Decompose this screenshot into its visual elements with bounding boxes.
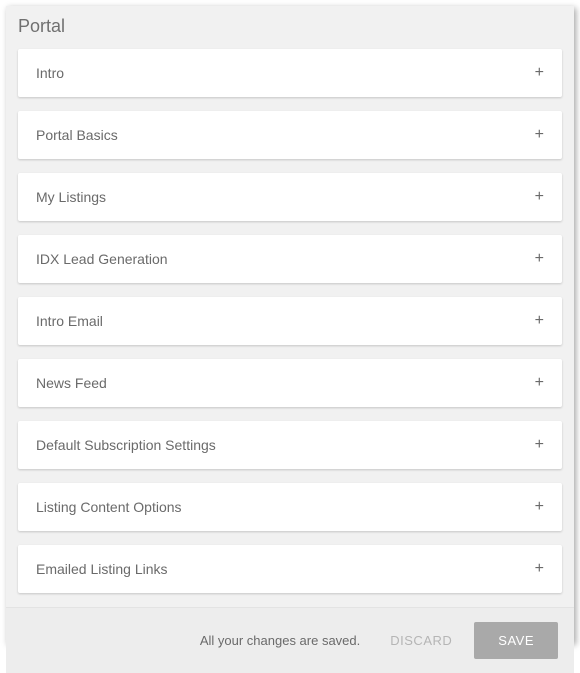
section-idx-lead-generation[interactable]: IDX Lead Generation + [18, 235, 562, 283]
section-news-feed[interactable]: News Feed + [18, 359, 562, 407]
plus-icon: + [535, 251, 544, 267]
panel-footer: All your changes are saved. Discard Save [6, 607, 574, 673]
section-label: IDX Lead Generation [36, 251, 168, 267]
settings-panel: Portal Intro + Portal Basics + My Listin… [6, 6, 574, 643]
section-emailed-listing-links[interactable]: Emailed Listing Links + [18, 545, 562, 593]
section-label: Intro Email [36, 313, 103, 329]
section-label: News Feed [36, 375, 107, 391]
section-label: Default Subscription Settings [36, 437, 216, 453]
discard-button[interactable]: Discard [386, 627, 456, 654]
section-portal-basics[interactable]: Portal Basics + [18, 111, 562, 159]
plus-icon: + [535, 437, 544, 453]
plus-icon: + [535, 561, 544, 577]
section-intro[interactable]: Intro + [18, 49, 562, 97]
section-intro-email[interactable]: Intro Email + [18, 297, 562, 345]
plus-icon: + [535, 313, 544, 329]
plus-icon: + [535, 65, 544, 81]
plus-icon: + [535, 375, 544, 391]
save-status-text: All your changes are saved. [200, 633, 360, 648]
plus-icon: + [535, 189, 544, 205]
section-label: Emailed Listing Links [36, 561, 168, 577]
plus-icon: + [535, 499, 544, 515]
save-button[interactable]: Save [474, 622, 558, 659]
section-label: My Listings [36, 189, 106, 205]
section-listing-content-options[interactable]: Listing Content Options + [18, 483, 562, 531]
section-label: Portal Basics [36, 127, 118, 143]
plus-icon: + [535, 127, 544, 143]
section-label: Intro [36, 65, 64, 81]
section-label: Listing Content Options [36, 499, 182, 515]
page-title: Portal [18, 16, 562, 37]
sections-list: Intro + Portal Basics + My Listings + ID… [6, 43, 574, 607]
section-my-listings[interactable]: My Listings + [18, 173, 562, 221]
section-default-subscription-settings[interactable]: Default Subscription Settings + [18, 421, 562, 469]
panel-header: Portal [6, 6, 574, 43]
